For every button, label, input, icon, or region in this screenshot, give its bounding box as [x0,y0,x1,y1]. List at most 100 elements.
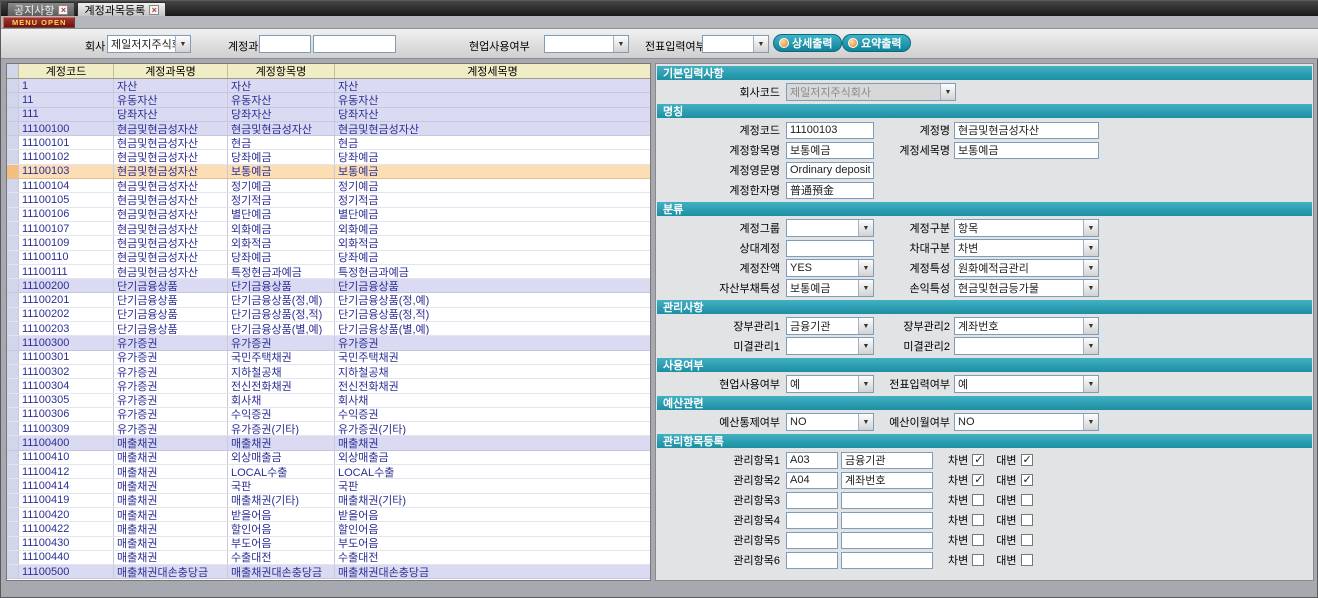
account-character-select[interactable]: 원화예적금관리 ▼ [954,259,1099,277]
pending-mgmt2-select[interactable]: ▼ [954,337,1099,355]
table-row[interactable]: 11100110현금및현금성자산당좌예금당좌예금 [7,251,650,265]
table-row[interactable]: 11100111현금및현금성자산특정현금과예금특정현금과예금 [7,265,650,279]
tab-notice[interactable]: 공지사항 × [7,2,75,16]
debit-checkbox[interactable] [972,534,984,546]
mgmt-item-name-input[interactable] [841,512,933,529]
account-english-name-input[interactable] [786,162,874,179]
mgmt-item-code-input[interactable] [786,452,838,469]
account-name-input[interactable] [954,122,1099,139]
mgmt-item-code-input[interactable] [786,532,838,549]
table-row[interactable]: 11유동자산유동자산유동자산 [7,93,650,107]
asset-liability-character-select[interactable]: 보통예금 ▼ [786,279,874,297]
table-row[interactable]: 11100420매출채권받을어음받을어음 [7,508,650,522]
mgmt-item-name-input[interactable] [841,492,933,509]
table-row[interactable]: 11100419매출채권매출채권(기타)매출채권(기타) [7,494,650,508]
credit-checkbox[interactable] [1021,454,1033,466]
slip-input-filter-select[interactable]: ▼ [702,35,769,53]
account-gubun-select[interactable]: 항목 ▼ [954,219,1099,237]
table-row[interactable]: 11100400매출채권매출채권매출채권 [7,436,650,450]
table-row[interactable]: 11100410매출채권외상매출금외상매출금 [7,451,650,465]
menu-open-button[interactable]: MENU OPEN [3,17,75,28]
account-hanja-name-input[interactable] [786,182,874,199]
field-use-filter-select[interactable]: ▼ [544,35,629,53]
slip-use-select[interactable]: 예 ▼ [954,375,1099,393]
detail-print-button[interactable]: 상세출력 [773,34,842,52]
table-row[interactable]: 11100101현금및현금성자산현금현금 [7,136,650,150]
table-row[interactable]: 11100106현금및현금성자산별단예금별단예금 [7,208,650,222]
budget-carryover-select[interactable]: NO ▼ [954,413,1099,431]
table-row[interactable]: 11100309유가증권유가증권(기타)유가증권(기타) [7,422,650,436]
field-use-label: 현업사용여부 [656,376,786,392]
ledger-mgmt1-select[interactable]: 금융기관 ▼ [786,317,874,335]
table-row[interactable]: 11100430매출채권부도어음부도어음 [7,537,650,551]
account-name-search-input[interactable] [313,35,396,53]
credit-checkbox[interactable] [1021,534,1033,546]
company-code-select[interactable]: 제일저지주식회사 ▼ [786,83,956,101]
account-group-select[interactable]: ▼ [786,219,874,237]
budget-control-select[interactable]: NO ▼ [786,413,874,431]
table-row[interactable]: 11100412매출채권LOCAL수출LOCAL수출 [7,465,650,479]
debit-checkbox[interactable] [972,554,984,566]
table-row[interactable]: 11100301유가증권국민주택채권국민주택채권 [7,351,650,365]
credit-checkbox[interactable] [1021,514,1033,526]
account-hanja-name-label: 계정한자명 [656,182,786,198]
account-table-header: 계정코드 계정과목명 계정항목명 계정세목명 [7,64,650,79]
table-row[interactable]: 1자산자산자산 [7,79,650,93]
pending-mgmt1-select[interactable]: ▼ [786,337,874,355]
account-code-input[interactable] [786,122,874,139]
table-row[interactable]: 11100302유가증권지하철공채지하철공채 [7,365,650,379]
debit-checkbox[interactable] [972,514,984,526]
mgmt-item-name-input[interactable] [841,452,933,469]
table-row[interactable]: 11100422매출채권할인어음할인어음 [7,522,650,536]
credit-checkbox[interactable] [1021,554,1033,566]
tab-account-registration[interactable]: 계정과목등록 × [77,2,166,16]
cell-code: 11100304 [19,379,114,392]
debit-checkbox[interactable] [972,454,984,466]
ledger-mgmt2-select[interactable]: 계좌번호 ▼ [954,317,1099,335]
table-row[interactable]: 11100104현금및현금성자산정기예금정기예금 [7,179,650,193]
profit-loss-character-select[interactable]: 현금및현금등가물 ▼ [954,279,1099,297]
table-row[interactable]: 11100414매출채권국판국판 [7,479,650,493]
debit-checkbox[interactable] [972,474,984,486]
table-row[interactable]: 11100500매출채권대손충당금매출채권대손충당금매출채권대손충당금 [7,565,650,579]
account-code-search-input[interactable] [259,35,311,53]
chevron-down-icon: ▼ [858,414,873,430]
table-row[interactable]: 11100109현금및현금성자산외화적금외화적금 [7,236,650,250]
table-row[interactable]: 11100304유가증권전신전화채권전신전화채권 [7,379,650,393]
table-row[interactable]: 11100200단기금융상품단기금융상품단기금융상품 [7,279,650,293]
company-select[interactable]: 제일저지주식회사 ▼ [107,35,191,53]
table-row[interactable]: 11100203단기금융상품단기금융상품(별,예)단기금융상품(별,예) [7,322,650,336]
mgmt-item-code-input[interactable] [786,472,838,489]
mgmt-item-name-input[interactable] [841,532,933,549]
field-use-select[interactable]: 예 ▼ [786,375,874,393]
table-row[interactable]: 11100100현금및현금성자산현금및현금성자산현금및현금성자산 [7,122,650,136]
account-balance-select[interactable]: YES ▼ [786,259,874,277]
mgmt-item-code-input[interactable] [786,492,838,509]
credit-checkbox[interactable] [1021,474,1033,486]
account-item-name-input[interactable] [786,142,874,159]
debit-checkbox[interactable] [972,494,984,506]
contra-account-input[interactable] [786,240,874,257]
summary-print-button[interactable]: 요약출력 [842,34,911,52]
table-row[interactable]: 11100105현금및현금성자산정기적금정기적금 [7,193,650,207]
table-row[interactable]: 11100102현금및현금성자산당좌예금당좌예금 [7,150,650,164]
table-row[interactable]: 11100103현금및현금성자산보통예금보통예금 [7,165,650,179]
mgmt-item-code-input[interactable] [786,512,838,529]
debit-credit-gubun-select[interactable]: 차변 ▼ [954,239,1099,257]
mgmt-item-name-input[interactable] [841,552,933,569]
table-row[interactable]: 11100300유가증권유가증권유가증권 [7,336,650,350]
mgmt-item-name-input[interactable] [841,472,933,489]
close-icon[interactable]: × [149,5,159,15]
table-row[interactable]: 11100305유가증권회사채회사채 [7,394,650,408]
table-row[interactable]: 11100201단기금융상품단기금융상품(정,예)단기금융상품(정,예) [7,293,650,307]
table-row[interactable]: 11100440매출채권수출대전수출대전 [7,551,650,565]
table-row[interactable]: 11100202단기금융상품단기금융상품(정,적)단기금융상품(정,적) [7,308,650,322]
table-row[interactable]: 11100107현금및현금성자산외화예금외화예금 [7,222,650,236]
account-balance-label: 계정잔액 [656,260,786,276]
table-row[interactable]: 11100306유가증권수익증권수익증권 [7,408,650,422]
table-row[interactable]: 111당좌자산당좌자산당좌자산 [7,108,650,122]
account-detail-name-input[interactable] [954,142,1099,159]
credit-checkbox[interactable] [1021,494,1033,506]
mgmt-item-code-input[interactable] [786,552,838,569]
close-icon[interactable]: × [58,5,68,15]
